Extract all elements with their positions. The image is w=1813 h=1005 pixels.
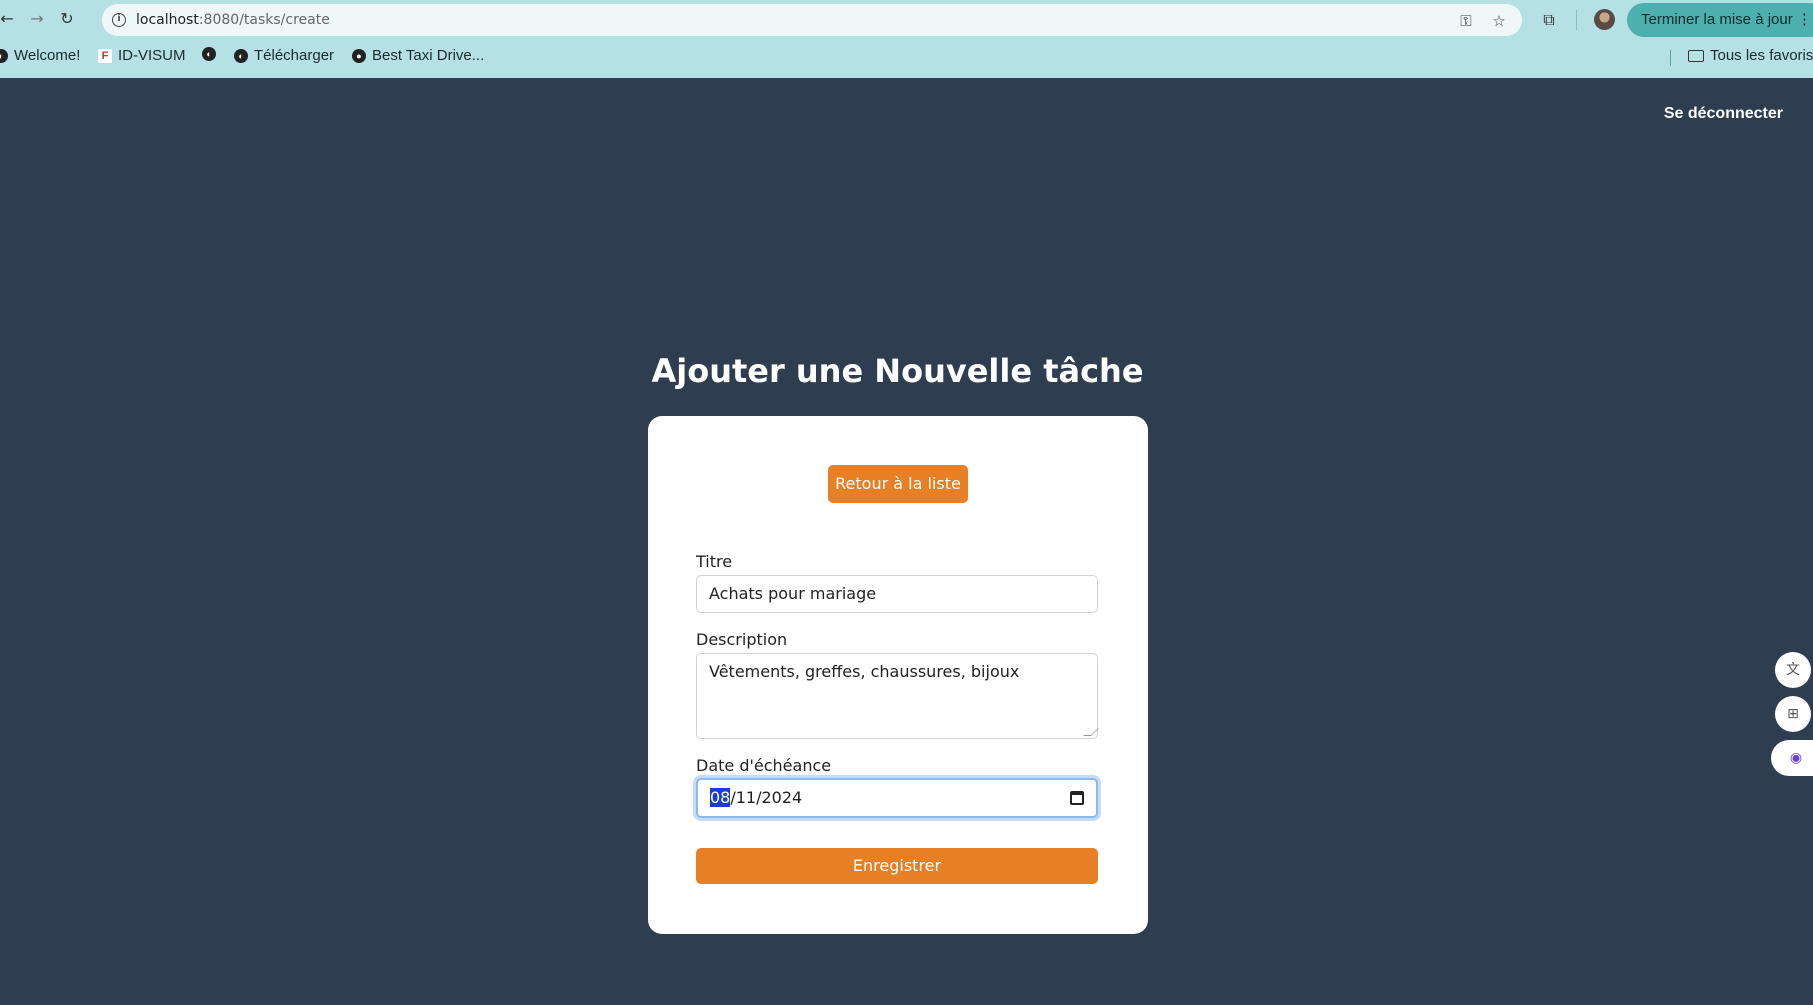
back-icon[interactable]: ← — [0, 8, 18, 30]
bookmark-id-visum[interactable]: F ID-VISUM — [98, 47, 186, 64]
task-form-card: Retour à la liste Titre Achats pour mari… — [648, 416, 1148, 934]
bookmarks-bar: ◐ Welcome! F ID-VISUM ◐ ◐ Télécharger ● Best… — [0, 44, 1813, 70]
address-url[interactable]: localhost:8080/tasks/create — [136, 12, 330, 28]
folder-icon — [1688, 49, 1704, 62]
description-textarea[interactable]: Vêtements, greffes, chaussures, bijoux — [696, 653, 1099, 739]
logout-link[interactable]: Se déconnecter — [1664, 105, 1783, 123]
bookmarks-divider — [1670, 50, 1671, 66]
bookmark-label: Tous les favoris — [1710, 47, 1813, 64]
bookmark-label: Télécharger — [254, 47, 335, 64]
update-label: Terminer la mise à jour — [1641, 11, 1793, 28]
id-visum-icon: F — [98, 48, 112, 63]
bookmark-welcome[interactable]: ◐ Welcome! — [0, 47, 80, 64]
bookmark-telecharger[interactable]: ◐ Télécharger — [234, 47, 334, 64]
toolbar-divider — [1576, 10, 1577, 30]
url-path: :8080/tasks/create — [198, 12, 330, 28]
bookmark-star-icon[interactable]: ☆ — [1488, 10, 1510, 32]
description-text: Vêtements, greffes, chaussures, bijoux — [709, 662, 1020, 681]
bookmark-label: ID-VISUM — [118, 47, 186, 64]
password-key-icon[interactable]: ⚿ — [1455, 10, 1477, 32]
title-input[interactable]: Achats pour mariage — [696, 575, 1098, 613]
profile-avatar[interactable] — [1594, 9, 1615, 30]
update-button[interactable]: Terminer la mise à jour ⋮ — [1627, 3, 1813, 37]
globe-icon: ◐ — [234, 48, 248, 63]
taxi-icon: ● — [352, 48, 366, 63]
globe-icon: ◐ — [0, 48, 8, 63]
back-to-list-button[interactable]: Retour à la liste — [828, 465, 968, 503]
globe-icon: ◐ — [202, 47, 216, 61]
title-label: Titre — [696, 552, 733, 571]
bookmark-best-taxi[interactable]: ● Best Taxi Drive... — [352, 47, 484, 64]
bookmark-label: Best Taxi Drive... — [372, 47, 485, 64]
address-bar[interactable]: i localhost:8080/tasks/create ⚿ ☆ — [102, 4, 1522, 36]
extensions-icon[interactable]: ⧉ — [1538, 9, 1560, 31]
calendar-icon[interactable] — [1070, 791, 1084, 805]
browser-toolbar: ← → ↻ i localhost:8080/tasks/create ⚿ ☆ … — [0, 0, 1813, 40]
bookmark-globe[interactable]: ◐ — [202, 47, 216, 61]
description-label: Description — [696, 630, 788, 649]
due-date-day-segment[interactable]: 08 — [710, 788, 731, 807]
browser-chrome: ← → ↻ i localhost:8080/tasks/create ⚿ ☆ … — [0, 0, 1813, 78]
due-date-label: Date d'échéance — [696, 756, 832, 775]
url-host: localhost — [136, 12, 199, 28]
bookmark-label: Welcome! — [14, 47, 81, 64]
save-button[interactable]: Enregistrer — [696, 848, 1098, 884]
reload-icon[interactable]: ↻ — [56, 8, 78, 30]
resize-handle-icon[interactable] — [1083, 728, 1099, 736]
site-info-icon[interactable]: i — [112, 13, 126, 27]
translate-icon[interactable]: 文 — [1775, 652, 1811, 688]
due-date-rest[interactable]: /11/2024 — [730, 788, 802, 807]
page-title: Ajouter une Nouvelle tâche — [651, 352, 1144, 390]
assistant-icon[interactable]: ◉ — [1771, 740, 1813, 776]
apps-icon[interactable]: ⊞ — [1775, 696, 1811, 732]
forward-icon[interactable]: → — [26, 8, 48, 30]
bookmark-all-favorites[interactable]: Tous les favoris — [1688, 47, 1813, 64]
due-date-input[interactable]: 08/11/2024 — [696, 778, 1098, 818]
